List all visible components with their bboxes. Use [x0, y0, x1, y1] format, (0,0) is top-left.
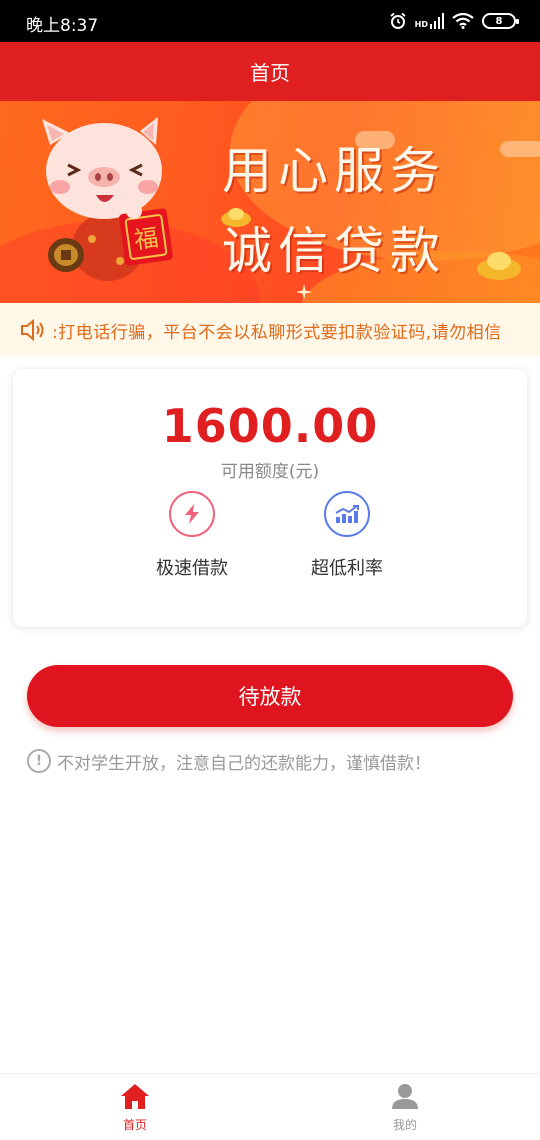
tab-mine[interactable]: 我的 — [365, 1082, 445, 1133]
status-time: 晚上8:37 — [26, 16, 99, 36]
alarm-icon — [390, 12, 406, 29]
signal-icon — [430, 13, 444, 29]
battery-level: 8 — [495, 15, 503, 27]
status-bar: 晚上8:37 HD 8 — [0, 0, 540, 42]
notice-bar: :打电话行骗，平台不会以私聊形式要扣款验证码,请勿相信 — [0, 303, 540, 356]
pending-disbursement-button[interactable]: 待放款 — [27, 665, 513, 727]
feature-label: 超低利率 — [311, 558, 383, 579]
sparkle-icon — [296, 284, 312, 300]
feature-icon-circle — [169, 491, 215, 537]
bottom-tab-bar: 首页 我的 — [0, 1073, 540, 1140]
warning-text: 不对学生开放，注意自己的还款能力，谨慎借款！ — [57, 753, 431, 774]
gold-ingot-icon — [221, 208, 251, 227]
feature-label: 极速借款 — [156, 558, 228, 579]
page-header: 首页 — [0, 42, 540, 101]
page-title: 首页 — [250, 61, 290, 85]
warning-notice: ! 不对学生开放，注意自己的还款能力，谨慎借款！ — [27, 748, 431, 774]
battery-icon: 8 — [482, 13, 519, 29]
wifi-icon — [452, 13, 474, 29]
tab-label: 我的 — [392, 1118, 417, 1132]
notice-text: :打电话行骗，平台不会以私聊形式要扣款验证码,请勿相信 — [52, 323, 502, 343]
available-amount-label: 可用额度(元) — [220, 462, 320, 482]
pig-mascot-icon: 福 — [42, 117, 173, 281]
chart-up-icon — [335, 505, 359, 523]
hd-label: HD — [414, 20, 428, 29]
speaker-icon — [21, 318, 44, 342]
lightning-icon — [185, 504, 199, 524]
main-button-label: 待放款 — [238, 685, 302, 709]
banner-slogan-line2: 诚信贷款 — [222, 222, 446, 280]
credit-card: 1600.00 可用额度(元) 极速借款 超低利率 — [13, 369, 527, 627]
gold-ingot-icon — [477, 252, 521, 280]
promo-banner[interactable]: 福 用心服务 诚信贷款 — [0, 101, 540, 303]
feature-icon-circle — [324, 491, 370, 537]
status-icons: HD 8 — [389, 10, 519, 32]
user-icon — [392, 1084, 418, 1109]
feature-fast-loan: 极速借款 — [132, 491, 252, 580]
banner-slogan-line1: 用心服务 — [222, 142, 446, 200]
home-icon — [121, 1084, 149, 1109]
hd-icon: HD — [415, 13, 444, 29]
fu-character: 福 — [132, 223, 160, 254]
exclamation-icon: ! — [27, 749, 51, 773]
cloud-decoration — [500, 141, 540, 157]
available-amount: 1600.00 — [161, 399, 379, 453]
feature-low-rate: 超低利率 — [287, 491, 407, 580]
tab-label: 首页 — [122, 1118, 147, 1132]
tab-home[interactable]: 首页 — [95, 1082, 175, 1133]
